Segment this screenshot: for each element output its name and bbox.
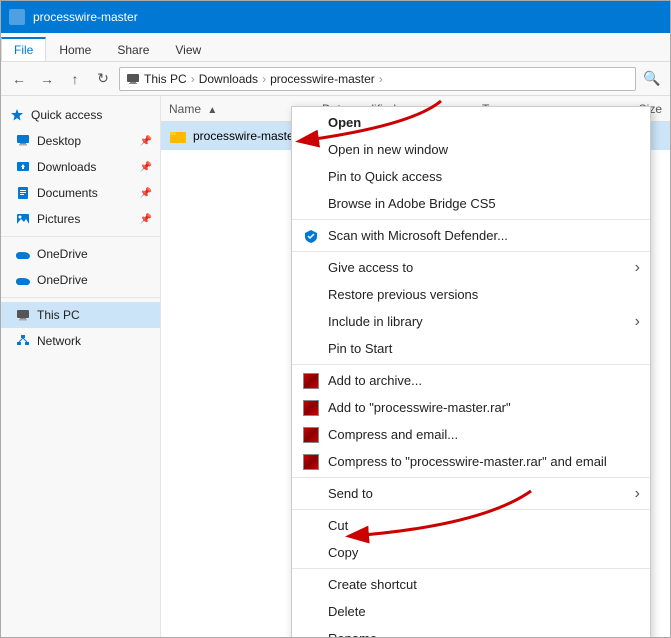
cm-sep2: [292, 251, 650, 252]
up-button[interactable]: ↑: [63, 67, 87, 91]
sidebar-divider-1: [1, 236, 160, 237]
title-bar: processwire-master: [1, 1, 670, 33]
sidebar-item-onedrive1[interactable]: OneDrive: [1, 241, 160, 267]
cm-sep3: [292, 364, 650, 365]
pin-documents: 📌: [140, 188, 152, 199]
cm-defender[interactable]: Scan with Microsoft Defender...: [292, 222, 650, 249]
breadcrumb-thispc[interactable]: This PC: [144, 72, 187, 86]
cm-pin-quickaccess[interactable]: Pin to Quick access: [292, 163, 650, 190]
winrar-icon-2: [302, 399, 320, 417]
sidebar-label-network: Network: [37, 334, 81, 348]
sidebar-label-onedrive2: OneDrive: [37, 273, 88, 287]
sidebar-item-network[interactable]: Network: [1, 328, 160, 354]
refresh-button[interactable]: ↻: [91, 67, 115, 91]
cm-browse-bridge[interactable]: Browse in Adobe Bridge CS5: [292, 190, 650, 217]
cm-pin-start[interactable]: Pin to Start: [292, 335, 650, 362]
sidebar-item-quickaccess[interactable]: Quick access: [1, 102, 160, 128]
cm-add-archive[interactable]: Add to archive...: [292, 367, 650, 394]
cm-sep5: [292, 509, 650, 510]
winrar-icon-3: [302, 426, 320, 444]
ribbon: File Home Share View: [1, 33, 670, 62]
cm-open[interactable]: Open: [292, 109, 650, 136]
cm-delete[interactable]: Delete: [292, 598, 650, 625]
pictures-icon: [15, 211, 31, 227]
sep1: ›: [191, 72, 195, 86]
breadcrumb-folder[interactable]: processwire-master: [270, 72, 375, 86]
cm-rename[interactable]: Rename: [292, 625, 650, 637]
forward-button[interactable]: →: [35, 67, 59, 91]
tab-home[interactable]: Home: [46, 38, 104, 61]
star-icon: [9, 107, 25, 123]
sidebar-item-downloads[interactable]: Downloads 📌: [1, 154, 160, 180]
content-area: Quick access Desktop 📌 Downloads 📌: [1, 96, 670, 637]
cm-compress-rar-email[interactable]: Compress to "processwire-master.rar" and…: [292, 448, 650, 475]
search-button[interactable]: 🔍: [640, 67, 664, 91]
window-icons: [9, 9, 25, 25]
winrar-icon-4: [302, 453, 320, 471]
sidebar-item-desktop[interactable]: Desktop 📌: [1, 128, 160, 154]
onedrive-icon-1: [15, 246, 31, 262]
sidebar-item-pictures[interactable]: Pictures 📌: [1, 206, 160, 232]
sidebar-item-onedrive2[interactable]: OneDrive: [1, 267, 160, 293]
cm-sep4: [292, 477, 650, 478]
sidebar-label-downloads: Downloads: [37, 160, 96, 174]
onedrive-icon-2: [15, 272, 31, 288]
documents-icon: [15, 185, 31, 201]
sidebar-label-pictures: Pictures: [37, 212, 80, 226]
cm-send-to[interactable]: Send to: [292, 480, 650, 507]
sidebar: Quick access Desktop 📌 Downloads 📌: [1, 96, 161, 637]
thispc-icon: [15, 307, 31, 323]
file-list: Name ▲ Date modified Type Size: [161, 96, 670, 637]
cm-compress-email[interactable]: Compress and email...: [292, 421, 650, 448]
cm-cut[interactable]: Cut: [292, 512, 650, 539]
folder-icon-small: [9, 9, 25, 25]
network-icon: [15, 333, 31, 349]
sep2: ›: [262, 72, 266, 86]
cm-add-rar[interactable]: Add to "processwire-master.rar": [292, 394, 650, 421]
downloads-icon: [15, 159, 31, 175]
file-explorer-window: processwire-master File Home Share View …: [0, 0, 671, 638]
pin-downloads: 📌: [140, 162, 152, 173]
tab-share[interactable]: Share: [104, 38, 162, 61]
winrar-icon-1: [302, 372, 320, 390]
computer-icon: [126, 72, 140, 86]
context-menu: Open Open in new window Pin to Quick acc…: [291, 106, 651, 637]
cm-open-new-window[interactable]: Open in new window: [292, 136, 650, 163]
cm-include-library[interactable]: Include in library: [292, 308, 650, 335]
sidebar-item-documents[interactable]: Documents 📌: [1, 180, 160, 206]
sidebar-label-quickaccess: Quick access: [31, 108, 102, 122]
back-button[interactable]: ←: [7, 67, 31, 91]
cm-sep1: [292, 219, 650, 220]
sidebar-label-desktop: Desktop: [37, 134, 81, 148]
address-bar[interactable]: This PC › Downloads › processwire-master…: [119, 67, 636, 91]
sidebar-label-documents: Documents: [37, 186, 98, 200]
breadcrumb-downloads[interactable]: Downloads: [199, 72, 258, 86]
sidebar-label-onedrive1: OneDrive: [37, 247, 88, 261]
sidebar-label-thispc: This PC: [37, 308, 80, 322]
pin-pictures: 📌: [140, 214, 152, 225]
ribbon-tabs: File Home Share View: [1, 33, 670, 61]
sep3: ›: [379, 72, 383, 86]
sidebar-divider-2: [1, 297, 160, 298]
context-menu-overlay: Open Open in new window Pin to Quick acc…: [161, 96, 670, 637]
cm-create-shortcut[interactable]: Create shortcut: [292, 571, 650, 598]
defender-icon: [302, 227, 320, 245]
desktop-icon: [15, 133, 31, 149]
cm-sep6: [292, 568, 650, 569]
sidebar-item-thispc[interactable]: This PC: [1, 302, 160, 328]
window-title: processwire-master: [33, 10, 138, 24]
cm-give-access[interactable]: Give access to: [292, 254, 650, 281]
pin-desktop: 📌: [140, 136, 152, 147]
cm-restore-versions[interactable]: Restore previous versions: [292, 281, 650, 308]
cm-copy[interactable]: Copy: [292, 539, 650, 566]
tab-file[interactable]: File: [1, 37, 46, 61]
nav-bar: ← → ↑ ↻ This PC › Downloads › processwir…: [1, 62, 670, 96]
tab-view[interactable]: View: [162, 38, 214, 61]
